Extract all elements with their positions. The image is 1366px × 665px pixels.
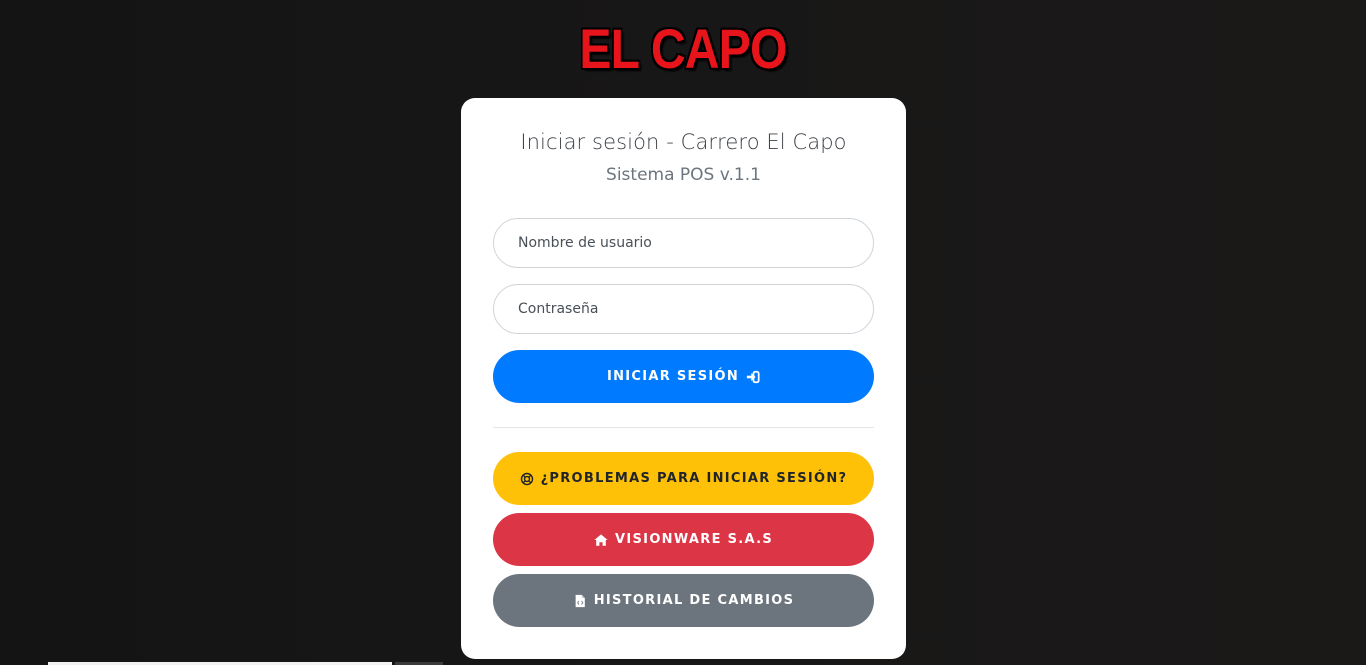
login-title: Iniciar sesión - Carrero El Capo [520,130,847,154]
login-button-label: INICIAR SESIÓN [606,369,740,384]
file-code-icon [573,594,587,608]
login-help-label: ¿PROBLEMAS PARA INICIAR SESIÓN? [540,471,848,486]
visionware-label: VISIONWARE S.A.S [615,532,773,547]
login-help-button[interactable]: ¿PROBLEMAS PARA INICIAR SESIÓN? [493,452,874,505]
divider [493,427,874,428]
login-button[interactable]: INICIAR SESIÓN [493,350,874,403]
login-subtitle: Sistema POS v.1.1 [606,165,761,185]
username-input[interactable] [493,218,874,268]
brand-logo: EL CAPO [579,17,787,80]
sign-in-icon [746,370,760,384]
visionware-button[interactable]: VISIONWARE S.A.S [493,513,874,566]
password-input[interactable] [493,284,874,334]
life-ring-icon [520,472,534,486]
changelog-label: HISTORIAL DE CAMBIOS [593,593,795,608]
login-card: Iniciar sesión - Carrero El Capo Sistema… [461,98,906,659]
changelog-button[interactable]: HISTORIAL DE CAMBIOS [493,574,874,627]
home-icon [594,533,608,547]
